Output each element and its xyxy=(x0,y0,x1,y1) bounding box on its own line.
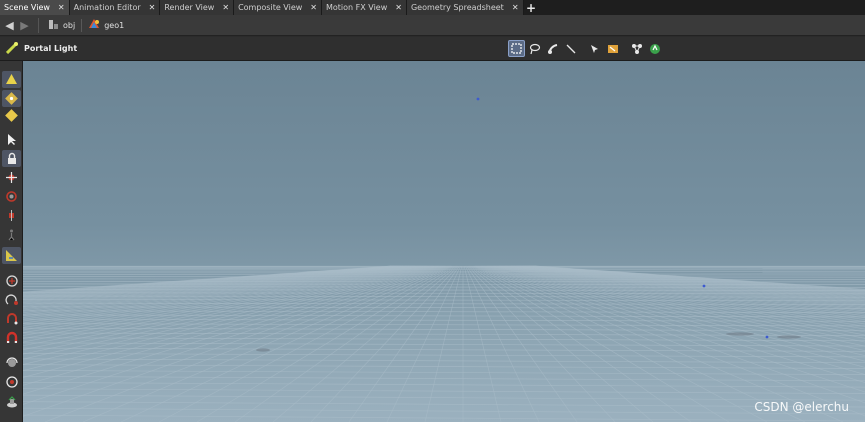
grid-line xyxy=(23,382,865,388)
rotate-icon[interactable] xyxy=(2,188,21,205)
scene-marker xyxy=(702,284,706,288)
snap-point-icon[interactable] xyxy=(2,310,21,327)
forward-arrow-icon[interactable]: ▶ xyxy=(17,17,32,34)
grid-line xyxy=(23,414,865,422)
tab-label: Composite View xyxy=(238,3,303,12)
scene-marker xyxy=(476,97,480,101)
grid-line xyxy=(463,265,502,422)
tab-motion-fx-view[interactable]: Motion FX View ✕ xyxy=(322,0,407,15)
left-toolbar xyxy=(0,61,23,422)
lasso-select-icon[interactable] xyxy=(526,40,543,57)
pick-visible-icon[interactable] xyxy=(586,40,603,57)
scale-icon[interactable] xyxy=(2,207,21,224)
selection-tools xyxy=(508,40,664,57)
current-tool-label: Portal Light xyxy=(24,44,78,53)
object-mode-icon[interactable] xyxy=(2,71,21,88)
divider xyxy=(81,18,83,32)
close-icon[interactable]: ✕ xyxy=(149,3,156,12)
tab-render-view[interactable]: Render View ✕ xyxy=(160,0,235,15)
geo-node-icon xyxy=(88,18,100,32)
laser-select-icon[interactable] xyxy=(562,40,579,57)
grid-line xyxy=(23,375,865,382)
brush-select-icon[interactable] xyxy=(544,40,561,57)
back-arrow-icon[interactable]: ◀ xyxy=(2,17,17,34)
pane-tab-bar: Scene View ✕ Animation Editor ✕ Render V… xyxy=(0,0,865,15)
grid-line xyxy=(23,370,865,375)
obj-network-icon xyxy=(48,19,59,32)
operation-control-bar: Portal Light xyxy=(0,37,865,61)
grid-line xyxy=(23,364,865,369)
tab-composite-view[interactable]: Composite View ✕ xyxy=(234,0,322,15)
watermark-text: CSDN @elerchu xyxy=(754,400,849,414)
select-arrow-icon[interactable] xyxy=(2,131,21,148)
current-tool: Portal Light xyxy=(5,41,78,56)
primitive-mode-icon[interactable] xyxy=(2,107,21,124)
snap-grid-icon[interactable] xyxy=(2,291,21,308)
light-icon[interactable] xyxy=(2,394,21,411)
close-icon[interactable]: ✕ xyxy=(310,3,317,12)
close-icon[interactable]: ✕ xyxy=(512,3,519,12)
add-tab-icon[interactable]: + xyxy=(524,0,539,15)
point-mode-icon[interactable] xyxy=(2,90,21,107)
grid-line xyxy=(23,278,865,280)
breadcrumb-geo1[interactable]: geo1 xyxy=(84,17,128,34)
tab-label: Animation Editor xyxy=(73,3,141,12)
tab-geometry-spreadsheet[interactable]: Geometry Spreadsheet ✕ xyxy=(406,0,524,15)
grid-line xyxy=(23,353,865,358)
grid-line xyxy=(465,265,540,422)
scene-viewport[interactable]: CSDN @elerchu xyxy=(23,61,865,422)
ground-shadow xyxy=(726,332,754,336)
tab-label: Render View xyxy=(164,3,215,12)
grid-line xyxy=(23,394,865,401)
scene-marker xyxy=(765,335,769,339)
ground-grid xyxy=(23,97,865,422)
grid-line xyxy=(467,265,616,422)
tab-label: Scene View xyxy=(4,3,50,12)
secure-selection-icon[interactable] xyxy=(646,40,663,57)
snap-magnet-icon[interactable] xyxy=(2,329,21,346)
network-path-bar: ◀ ▶ obj geo1 xyxy=(0,15,865,36)
breadcrumb-obj[interactable]: obj xyxy=(44,17,79,34)
move-icon[interactable] xyxy=(2,169,21,186)
grid-lines xyxy=(23,265,865,422)
close-icon[interactable]: ✕ xyxy=(222,3,229,12)
tab-label: Motion FX View xyxy=(326,3,388,12)
close-icon[interactable]: ✕ xyxy=(58,3,65,12)
tab-scene-view[interactable]: Scene View ✕ xyxy=(0,0,70,15)
select-connected-icon[interactable] xyxy=(628,40,645,57)
divider xyxy=(38,17,39,33)
tumble-icon[interactable] xyxy=(2,354,21,371)
grid-line xyxy=(23,401,865,408)
breadcrumb-label: obj xyxy=(63,20,76,30)
grid-line xyxy=(466,265,578,422)
tab-label: Geometry Spreadsheet xyxy=(410,3,504,12)
ground-shadow xyxy=(256,348,270,352)
box-select-icon[interactable] xyxy=(508,40,525,57)
close-icon[interactable]: ✕ xyxy=(395,3,402,12)
breadcrumb-label: geo1 xyxy=(104,20,125,30)
tab-animation-editor[interactable]: Animation Editor ✕ xyxy=(69,0,161,15)
ground-shadow xyxy=(777,335,801,339)
select-groups-icon[interactable] xyxy=(604,40,621,57)
view-pan-icon[interactable] xyxy=(2,272,21,289)
pose-icon[interactable] xyxy=(2,226,21,243)
grid-line xyxy=(424,265,463,422)
grid-line xyxy=(23,358,865,364)
portal-light-icon xyxy=(5,41,19,56)
handle-icon[interactable] xyxy=(2,247,21,264)
camera-icon[interactable] xyxy=(2,373,21,390)
lock-icon[interactable] xyxy=(2,150,21,167)
